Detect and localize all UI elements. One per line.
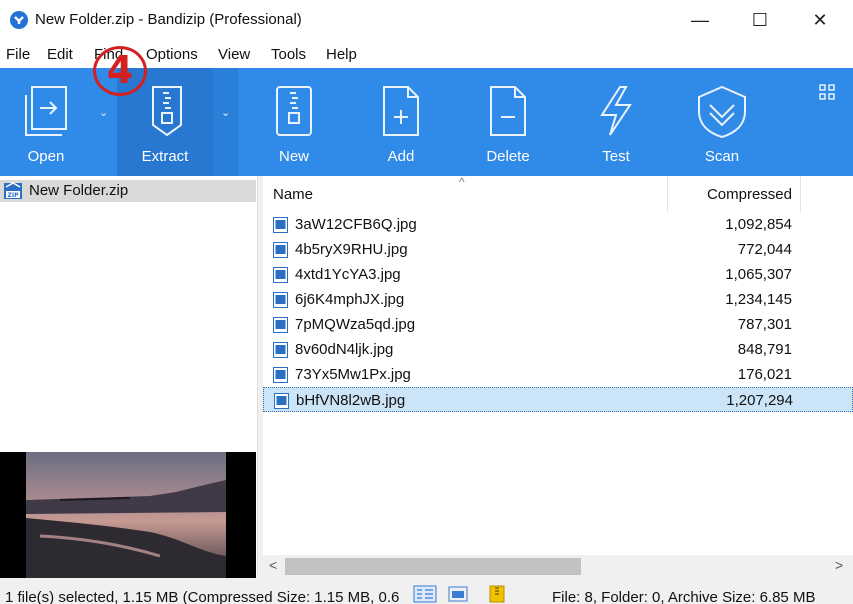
image-file-icon bbox=[273, 217, 288, 233]
selection-status: 1 file(s) selected, 1.15 MB (Compressed … bbox=[5, 589, 400, 604]
image-file-icon bbox=[274, 393, 289, 409]
scan-button[interactable]: Scan bbox=[676, 68, 768, 176]
table-row[interactable]: 6j6K4mphJX.jpg 1,234,145 bbox=[263, 287, 853, 312]
menu-edit[interactable]: Edit bbox=[47, 46, 73, 63]
title-bar: New Folder.zip - Bandizip (Professional)… bbox=[0, 0, 853, 40]
file-compressed-size: 848,791 bbox=[737, 341, 792, 358]
column-compressed-label: Compressed bbox=[706, 186, 792, 203]
file-name: 4xtd1YcYA3.jpg bbox=[295, 266, 401, 283]
image-file-icon bbox=[273, 342, 288, 358]
file-compressed-size: 772,044 bbox=[737, 241, 792, 258]
image-file-icon bbox=[273, 267, 288, 283]
menu-file[interactable]: File bbox=[6, 46, 30, 63]
window-title: New Folder.zip - Bandizip (Professional) bbox=[35, 11, 302, 28]
file-name: 8v60dN4ljk.jpg bbox=[295, 341, 394, 358]
scan-label: Scan bbox=[704, 148, 740, 165]
scroll-thumb[interactable] bbox=[285, 558, 581, 575]
svg-text:ZIP: ZIP bbox=[8, 192, 20, 199]
file-compressed-size: 1,065,307 bbox=[725, 266, 792, 283]
table-row[interactable]: 4xtd1YcYA3.jpg 1,065,307 bbox=[263, 262, 853, 287]
file-list: Name ^ Compressed 3aW12CFB6Q.jpg 1,092,8… bbox=[263, 175, 853, 578]
file-name: bHfVN8l2wB.jpg bbox=[296, 392, 406, 409]
close-button[interactable]: ✕ bbox=[790, 0, 850, 40]
file-compressed-size: 176,021 bbox=[737, 366, 792, 383]
table-row[interactable]: 8v60dN4ljk.jpg 848,791 bbox=[263, 337, 853, 362]
extract-icon bbox=[152, 86, 182, 137]
details-view-icon[interactable] bbox=[413, 585, 437, 603]
tree-item-archive[interactable]: ZIP New Folder.zip bbox=[0, 180, 256, 202]
file-name: 4b5ryX9RHU.jpg bbox=[295, 241, 408, 258]
delete-label: Delete bbox=[486, 148, 530, 165]
file-compressed-size: 787,301 bbox=[737, 316, 792, 333]
column-compressed[interactable]: Compressed bbox=[667, 176, 801, 212]
test-label: Test bbox=[602, 148, 630, 165]
new-button[interactable]: New bbox=[248, 68, 340, 176]
open-button[interactable]: Open bbox=[0, 68, 92, 176]
delete-button[interactable]: Delete bbox=[462, 68, 554, 176]
open-dropdown-arrow[interactable]: ⌄ bbox=[99, 106, 108, 119]
file-name: 6j6K4mphJX.jpg bbox=[295, 291, 405, 308]
image-preview bbox=[0, 452, 256, 578]
image-file-icon bbox=[273, 317, 288, 333]
image-file-icon bbox=[273, 367, 288, 383]
table-row[interactable]: 3aW12CFB6Q.jpg 1,092,854 bbox=[263, 212, 853, 237]
minimize-button[interactable]: — bbox=[670, 0, 730, 40]
file-name: 73Yx5Mw1Px.jpg bbox=[295, 366, 411, 383]
table-row[interactable]: 7pMQWza5qd.jpg 787,301 bbox=[263, 312, 853, 337]
menu-tools[interactable]: Tools bbox=[271, 46, 306, 63]
test-button[interactable]: Test bbox=[570, 68, 662, 176]
new-label: New bbox=[278, 148, 309, 165]
table-row[interactable]: 73Yx5Mw1Px.jpg 176,021 bbox=[263, 362, 853, 387]
horizontal-scrollbar[interactable]: < > bbox=[263, 555, 853, 578]
image-file-icon bbox=[273, 242, 288, 258]
open-archive-icon bbox=[25, 86, 67, 136]
maximize-button[interactable]: ☐ bbox=[730, 0, 790, 40]
file-name: 7pMQWza5qd.jpg bbox=[295, 316, 416, 333]
open-label: Open bbox=[27, 148, 65, 165]
column-name[interactable]: Name bbox=[273, 186, 313, 203]
status-bar: 1 file(s) selected, 1.15 MB (Compressed … bbox=[0, 578, 853, 604]
bandizip-app-icon bbox=[10, 11, 28, 29]
test-lightning-icon bbox=[600, 86, 632, 136]
archive-summary-status: File: 8, Folder: 0, Archive Size: 6.85 M… bbox=[552, 589, 816, 604]
view-mode-grid-icon[interactable] bbox=[819, 84, 835, 100]
table-row-selected[interactable]: bHfVN8l2wB.jpg 1,207,294 bbox=[263, 387, 853, 412]
image-file-icon bbox=[273, 292, 288, 308]
beach-sunset-thumbnail bbox=[0, 452, 256, 578]
scan-shield-icon bbox=[698, 85, 746, 139]
zip-archive-icon: ZIP bbox=[4, 182, 22, 199]
column-header: Name ^ Compressed bbox=[263, 175, 853, 212]
file-name: 3aW12CFB6Q.jpg bbox=[295, 216, 417, 233]
add-file-icon bbox=[383, 86, 419, 136]
table-row[interactable]: 4b5ryX9RHU.jpg 772,044 bbox=[263, 237, 853, 262]
scroll-left-arrow[interactable]: < bbox=[269, 557, 277, 573]
add-label: Add bbox=[387, 148, 415, 165]
file-compressed-size: 1,207,294 bbox=[726, 392, 793, 409]
menu-view[interactable]: View bbox=[218, 46, 250, 63]
extract-dropdown-bg bbox=[213, 68, 238, 176]
extract-dropdown-arrow[interactable]: ⌄ bbox=[221, 106, 230, 119]
add-button[interactable]: Add bbox=[355, 68, 447, 176]
menu-options[interactable]: Options bbox=[146, 46, 198, 63]
file-compressed-size: 1,234,145 bbox=[725, 291, 792, 308]
folder-tree-panel: ZIP New Folder.zip bbox=[0, 176, 258, 578]
menu-help[interactable]: Help bbox=[326, 46, 357, 63]
new-archive-icon bbox=[276, 86, 312, 136]
extract-label: Extract bbox=[141, 148, 189, 165]
delete-file-icon bbox=[490, 86, 526, 136]
step-annotation-number: 4 bbox=[106, 48, 134, 92]
file-compressed-size: 1,092,854 bbox=[725, 216, 792, 233]
scroll-right-arrow[interactable]: > bbox=[835, 557, 843, 573]
sort-ascending-icon: ^ bbox=[459, 175, 465, 189]
tree-item-label: New Folder.zip bbox=[29, 182, 129, 199]
archive-info-icon[interactable] bbox=[489, 585, 505, 603]
preview-pane-icon[interactable] bbox=[448, 585, 468, 603]
